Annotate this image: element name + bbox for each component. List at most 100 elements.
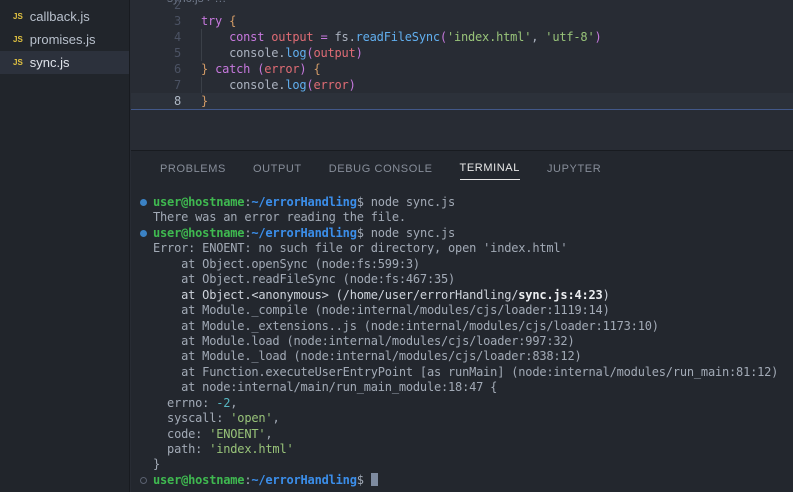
code-text: console.log(error) <box>201 78 356 92</box>
token: catch <box>215 62 251 76</box>
terminal-line: at Module._compile (node:internal/module… <box>131 303 793 318</box>
terminal-text: code: <box>153 426 210 441</box>
js-file-icon: JS <box>13 35 23 44</box>
terminal-text: at Object.<anonymous> (/home/user/errorH… <box>153 287 519 302</box>
code-text: } <box>201 94 208 108</box>
code-line-6[interactable]: 6 } catch (error) { <box>131 61 793 77</box>
file-name: sync.js <box>29 55 70 70</box>
line-number: 4 <box>173 30 181 44</box>
line-number: 8 <box>173 94 181 108</box>
terminal-line: at Function.executeUserEntryPoint [as ru… <box>131 365 793 380</box>
terminal-line: errno: -2, <box>131 396 793 411</box>
file-name: promises.js <box>29 32 96 47</box>
bottom-panel: PROBLEMS OUTPUT DEBUG CONSOLE TERMINAL JUPYT… <box>131 150 793 492</box>
terminal-text: user@hostname <box>153 195 245 209</box>
panel-tab-problems[interactable]: PROBLEMS <box>160 159 226 180</box>
token: { <box>229 14 237 28</box>
token: 'index.html' <box>446 30 532 44</box>
sidebar-item-sync.js[interactable]: JS sync.js <box>0 51 129 74</box>
terminal-text: at Module._compile (node:internal/module… <box>153 303 610 318</box>
code-line-7[interactable]: 7 console.log(error) <box>131 77 793 93</box>
terminal-line: user@hostname:~/errorHandling$ node sync… <box>131 195 793 210</box>
js-file-icon: JS <box>13 12 23 21</box>
indent-guide <box>201 29 202 45</box>
terminal-line: at Object.readFileSync (node:fs:467:35) <box>131 272 793 287</box>
terminal-line: code: 'ENOENT', <box>131 427 793 442</box>
terminal-text: at Module._load (node:internal/modules/c… <box>153 349 582 364</box>
code-line-4[interactable]: 4 const output = fs.readFileSync('index.… <box>131 29 793 45</box>
command-decoration-filled-icon[interactable] <box>140 199 147 206</box>
token: try <box>201 14 223 28</box>
terminal-text: $ <box>356 472 371 487</box>
terminal-text: , <box>230 395 238 410</box>
line-number: 7 <box>173 78 181 92</box>
terminal-text: } <box>153 457 161 472</box>
token: ) <box>355 46 363 60</box>
token: } <box>201 62 209 76</box>
command-decoration-filled-icon[interactable] <box>140 229 147 237</box>
terminal-text: ~/errorHandling <box>251 195 357 209</box>
indent-guide <box>201 45 202 61</box>
token: { <box>313 62 321 76</box>
panel-tab-jupyter[interactable]: JUPYTER <box>547 159 601 180</box>
line-number: 2 <box>173 0 181 12</box>
terminal-text: at Function.executeUserEntryPoint [as ru… <box>153 364 779 379</box>
terminal-text: , <box>272 411 280 426</box>
panel-tab-bar: PROBLEMS OUTPUT DEBUG CONSOLE TERMINAL JUPYT… <box>131 151 793 187</box>
terminal-line: There was an error reading the file. <box>131 210 793 225</box>
token: , <box>531 30 546 44</box>
terminal-text: sync.js:4:23 <box>518 287 603 302</box>
terminal-line: at Module.load (node:internal/modules/cj… <box>131 334 793 349</box>
code-lines: 2 3 try {4 const output = fs.readFileSync(… <box>131 0 793 109</box>
sidebar-item-callback.js[interactable]: JS callback.js <box>0 5 129 28</box>
terminal-text: $ node sync.js <box>356 195 456 209</box>
terminal-line: at Object.<anonymous> (/home/user/errorH… <box>131 288 793 303</box>
token: console <box>229 78 279 92</box>
code-line-2[interactable]: 2 <box>131 0 793 13</box>
terminal-line: user@hostname:~/errorHandling$ <box>131 472 793 488</box>
line-number: 6 <box>173 62 181 76</box>
terminal-line: at Module._load (node:internal/modules/c… <box>131 349 793 364</box>
terminal-text: at Module.load (node:internal/modules/cj… <box>153 333 575 348</box>
token: ( <box>439 30 447 44</box>
sidebar-item-promises.js[interactable]: JS promises.js <box>0 28 129 51</box>
command-decoration-hollow-icon[interactable] <box>140 476 147 484</box>
terminal-text: There was an error reading the file. <box>153 210 406 225</box>
token: 'utf-8' <box>545 30 595 44</box>
token: log <box>285 46 307 60</box>
panel-tab-terminal[interactable]: TERMINAL <box>459 158 520 180</box>
terminal-line: path: 'index.html' <box>131 442 793 457</box>
line-number: 3 <box>173 14 181 28</box>
terminal-line: syscall: 'open', <box>131 411 793 426</box>
panel-tab-debug-console[interactable]: DEBUG CONSOLE <box>329 159 433 180</box>
token: fs <box>334 30 349 44</box>
token: } <box>201 94 209 108</box>
code-text: const output = fs.readFileSync('index.ht… <box>201 30 602 44</box>
terminal-cursor <box>370 472 378 486</box>
terminal-text: ~/errorHandling <box>251 225 357 240</box>
terminal-text: 'index.html' <box>209 442 294 456</box>
terminal-line: at Module._extensions..js (node:internal… <box>131 319 793 334</box>
code-editor[interactable]: sync.js › … 23try {4 const output = fs.r… <box>131 0 793 150</box>
terminal-text: -2 <box>216 395 231 410</box>
terminal-output[interactable]: user@hostname:~/errorHandling$ node sync… <box>131 195 793 492</box>
code-text: } catch (error) { <box>201 62 321 76</box>
code-text: try { <box>201 14 236 28</box>
terminal-line: at Object.openSync (node:fs:599:3) <box>131 257 793 272</box>
code-line-8[interactable]: 8} <box>131 93 793 109</box>
terminal-line: user@hostname:~/errorHandling$ node sync… <box>131 226 793 241</box>
vscode-window: JS callback.js JS promises.js JS sync.js sync… <box>0 0 793 492</box>
terminal-text: user@hostname <box>153 225 245 240</box>
terminal-text: , <box>265 426 273 441</box>
code-line-3[interactable]: 3 try { <box>131 13 793 29</box>
js-file-icon: JS <box>13 58 23 67</box>
token: . <box>348 30 356 44</box>
panel-tab-output[interactable]: OUTPUT <box>253 159 302 180</box>
code-line-5[interactable]: 5 console.log(output) <box>131 45 793 61</box>
terminal-text: at Module._extensions..js (node:internal… <box>153 318 659 333</box>
file-explorer: JS callback.js JS promises.js JS sync.js <box>0 0 130 492</box>
